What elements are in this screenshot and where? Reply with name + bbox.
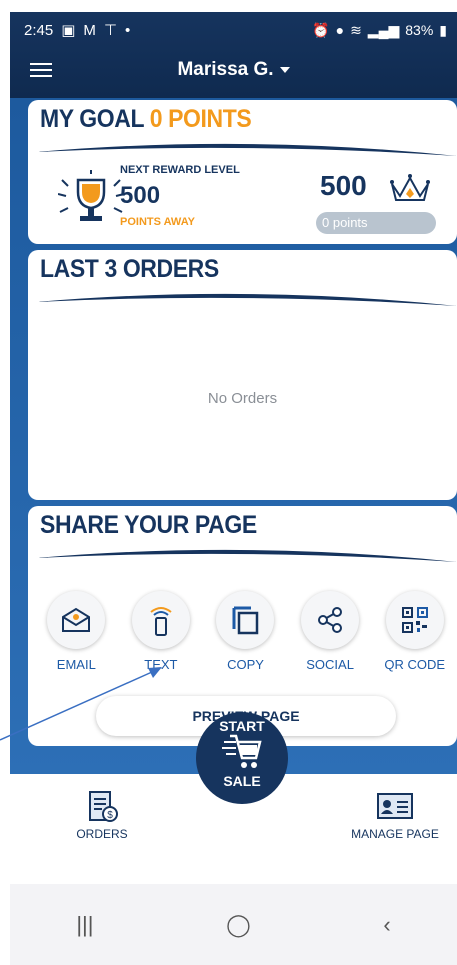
phone-icon — [150, 607, 172, 636]
goal-card: MY GOAL 0 POINTS NEXT REWARD LEVEL 500 P… — [28, 100, 457, 244]
dot-icon: • — [124, 21, 131, 39]
signal-icon: ▂▄▆ — [367, 21, 400, 38]
crown-icon — [390, 174, 430, 201]
username-label: Marissa G. — [177, 59, 274, 80]
points-progress-text: 0 points — [322, 215, 368, 230]
chevron-down-icon — [279, 66, 290, 73]
gmail-icon: M — [83, 21, 96, 39]
user-selector[interactable]: Marissa G. — [10, 59, 457, 81]
share-text-button[interactable]: TEXT — [119, 591, 204, 672]
share-qr-label: QR CODE — [384, 657, 445, 672]
share-social-label: SOCIAL — [306, 657, 354, 672]
points-progress-bar: 0 points — [316, 212, 436, 234]
svg-text:$: $ — [107, 810, 113, 821]
recents-icon[interactable]: ||| — [76, 912, 93, 938]
status-bar: 2:45 ▣ M ⊤ • ⏰ ● ≋ ▂▄▆ 83% ▮ — [24, 18, 447, 42]
last-orders-card: LAST 3 ORDERS No Orders — [28, 250, 457, 500]
share-qr-button[interactable]: QR CODE — [372, 591, 457, 672]
share-text-label: TEXT — [144, 657, 178, 672]
share-page-card: SHARE YOUR PAGE EMAIL TEXT COPY SOCIAL Q… — [28, 506, 457, 746]
next-reward-level-label: NEXT REWARD LEVEL — [120, 164, 240, 176]
battery-icon: ▮ — [439, 21, 447, 38]
goal-points: 500 — [320, 170, 367, 201]
copy-icon — [232, 606, 259, 635]
phone-screen: 2:45 ▣ M ⊤ • ⏰ ● ≋ ▂▄▆ 83% ▮ Marissa G. — [10, 12, 457, 965]
swoosh-divider — [36, 293, 457, 306]
home-icon[interactable]: ◯ — [226, 912, 251, 938]
share-icon — [318, 607, 343, 633]
orders-nav-button[interactable]: $ ORDERS — [58, 790, 146, 841]
cart-icon — [222, 734, 262, 768]
top-bar: 2:45 ▣ M ⊤ • ⏰ ● ≋ ▂▄▆ 83% ▮ Marissa G. — [10, 12, 457, 98]
share-social-button[interactable]: SOCIAL — [288, 591, 373, 672]
qr-icon — [401, 607, 428, 633]
email-icon — [62, 607, 91, 632]
share-copy-label: COPY — [227, 657, 264, 672]
manage-page-nav-label: MANAGE PAGE — [351, 827, 439, 841]
manage-page-nav-button[interactable]: MANAGE PAGE — [340, 790, 450, 841]
no-orders-text: No Orders — [207, 390, 278, 407]
start-sale-line1: START — [219, 718, 265, 734]
back-icon[interactable]: ‹ — [383, 912, 390, 938]
swoosh-divider — [36, 143, 457, 156]
invoice-icon: $ — [89, 791, 118, 822]
share-copy-button[interactable]: COPY — [203, 591, 288, 672]
status-time: 2:45 — [24, 21, 54, 39]
system-nav-bar: ||| ◯ ‹ — [10, 884, 457, 965]
next-reward-points: 500 — [120, 182, 161, 209]
wifi-icon: ≋ — [350, 21, 362, 38]
location-icon: ● — [335, 22, 345, 38]
start-sale-button[interactable]: START SALE — [196, 712, 288, 804]
id-card-icon — [377, 793, 413, 819]
swoosh-divider — [36, 549, 457, 562]
share-title: SHARE YOUR PAGE — [40, 510, 257, 539]
orders-nav-label: ORDERS — [76, 827, 128, 841]
share-options: EMAIL TEXT COPY SOCIAL QR CODE — [34, 591, 457, 672]
alarm-icon: ⏰ — [312, 21, 330, 38]
trophy-icon — [58, 170, 125, 221]
share-email-button[interactable]: EMAIL — [34, 591, 119, 672]
app-header: Marissa G. — [10, 46, 457, 94]
goal-title: MY GOAL 0 POINTS — [40, 104, 252, 133]
points-away-label: POINTS AWAY — [120, 216, 195, 228]
dashboard-content: MY GOAL 0 POINTS NEXT REWARD LEVEL 500 P… — [10, 98, 457, 774]
battery-text: 83% — [405, 22, 434, 38]
orders-title: LAST 3 ORDERS — [40, 254, 219, 283]
share-email-label: EMAIL — [56, 657, 96, 672]
antenna-icon: ⊤ — [103, 22, 117, 39]
image-icon: ▣ — [61, 22, 76, 39]
start-sale-line2: SALE — [223, 773, 261, 789]
